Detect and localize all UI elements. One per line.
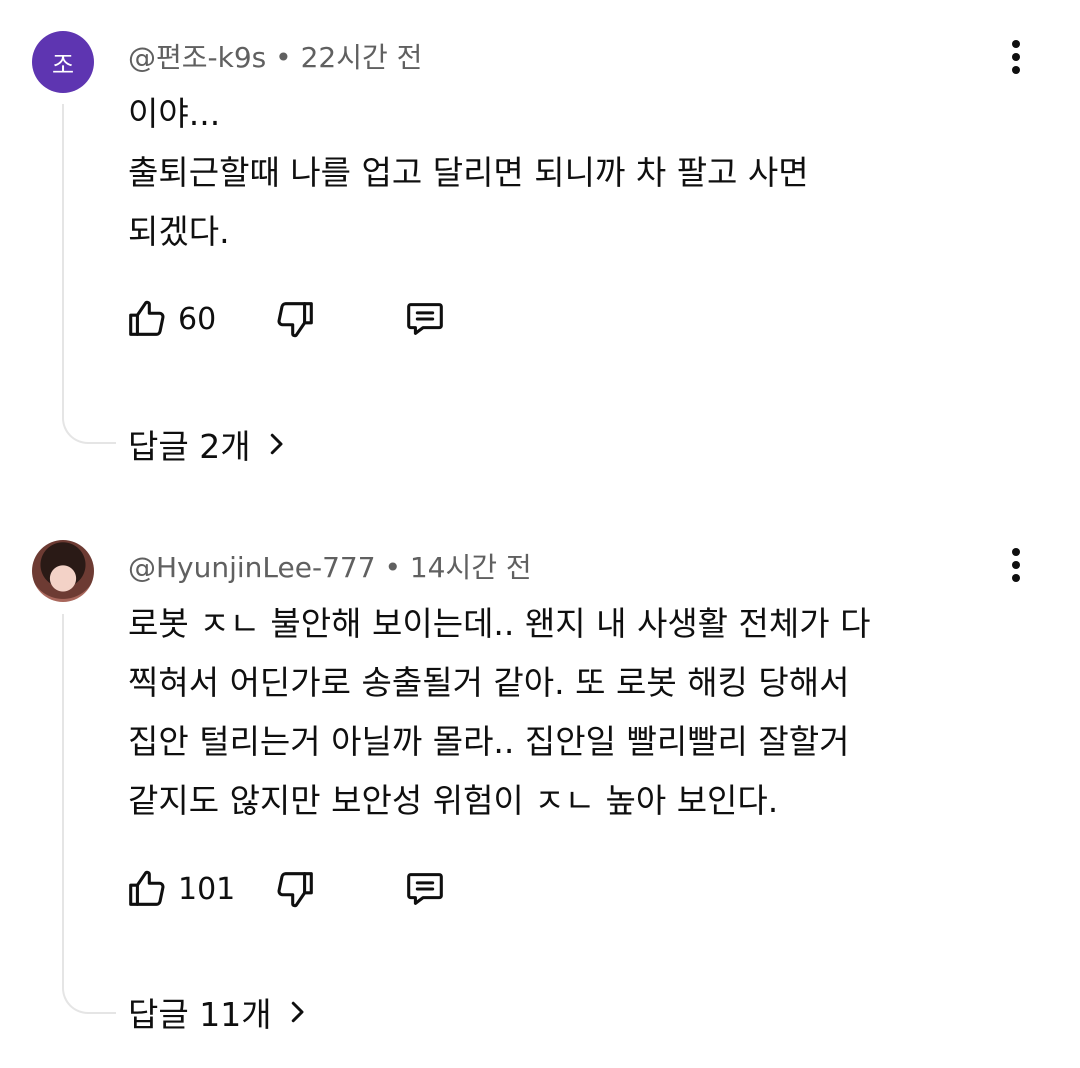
more-vertical-icon[interactable] <box>1004 548 1028 592</box>
thread-connector <box>62 104 116 444</box>
comment-time: 22시간 전 <box>300 41 423 74</box>
reply-button[interactable] <box>402 294 448 344</box>
thumbs-up-icon <box>129 300 165 336</box>
reply-button[interactable] <box>402 864 448 914</box>
dislike-button[interactable] <box>272 864 318 914</box>
comment-icon <box>407 303 443 335</box>
author-handle[interactable]: @편조-k9s <box>128 41 266 74</box>
chevron-right-icon <box>270 433 283 455</box>
comment-actions: 101 <box>124 864 484 914</box>
meta-separator: • <box>384 551 401 584</box>
thread-connector <box>62 614 116 1014</box>
comment-text-line: 집안 털리는거 아닐까 몰라.. 집안일 빨리빨리 잘할거 <box>128 722 850 761</box>
comment-text-line: 이야... <box>128 94 221 133</box>
like-count: 101 <box>178 871 236 907</box>
avatar-initial: 조 <box>51 50 75 79</box>
avatar[interactable] <box>32 540 94 602</box>
thumbs-down-icon <box>277 872 313 908</box>
view-replies-button[interactable]: 답글 11개 <box>128 988 312 1036</box>
thumbs-down-icon <box>277 302 313 338</box>
view-replies-button[interactable]: 답글 2개 <box>128 420 291 468</box>
comment-text-line: 되겠다. <box>128 212 230 251</box>
meta-separator: • <box>275 41 292 74</box>
comment-actions: 60 <box>124 294 484 344</box>
comment-text: 이야... 출퇴근할때 나를 업고 달리면 되니까 차 팔고 사면 되겠다. <box>128 84 988 261</box>
author-handle[interactable]: @HyunjinLee-777 <box>128 551 376 584</box>
thumbs-up-icon <box>129 870 165 906</box>
replies-label: 답글 11개 <box>128 995 272 1034</box>
comment-1: 조 @편조-k9s • 22시간 전 이야... 출퇴근할때 나를 업고 달리면… <box>0 0 1080 500</box>
comment-meta: @HyunjinLee-777 • 14시간 전 <box>128 546 532 586</box>
more-vertical-icon[interactable] <box>1004 40 1028 84</box>
avatar[interactable]: 조 <box>32 31 94 93</box>
comment-text: 로봇 ㅈㄴ 불안해 보이는데.. 왠지 내 사생활 전체가 다 찍혀서 어딘가로… <box>128 594 988 830</box>
comment-meta: @편조-k9s • 22시간 전 <box>128 36 422 76</box>
comment-icon <box>407 873 443 905</box>
like-button[interactable]: 101 <box>124 864 235 914</box>
comment-text-line: 로봇 ㅈㄴ 불안해 보이는데.. 왠지 내 사생활 전체가 다 <box>128 604 871 643</box>
like-count: 60 <box>178 301 217 337</box>
dislike-button[interactable] <box>272 294 318 344</box>
comment-text-line: 찍혀서 어딘가로 송출될거 같아. 또 로봇 해킹 당해서 <box>128 663 850 702</box>
comment-text-line: 같지도 않지만 보안성 위험이 ㅈㄴ 높아 보인다. <box>128 781 779 820</box>
comment-time: 14시간 전 <box>409 551 532 584</box>
replies-label: 답글 2개 <box>128 427 251 466</box>
chevron-right-icon <box>291 1001 304 1023</box>
comment-2: @HyunjinLee-777 • 14시간 전 로봇 ㅈㄴ 불안해 보이는데.… <box>0 510 1080 1068</box>
comment-text-line: 출퇴근할때 나를 업고 달리면 되니까 차 팔고 사면 <box>128 153 809 192</box>
like-button[interactable]: 60 <box>124 294 216 344</box>
